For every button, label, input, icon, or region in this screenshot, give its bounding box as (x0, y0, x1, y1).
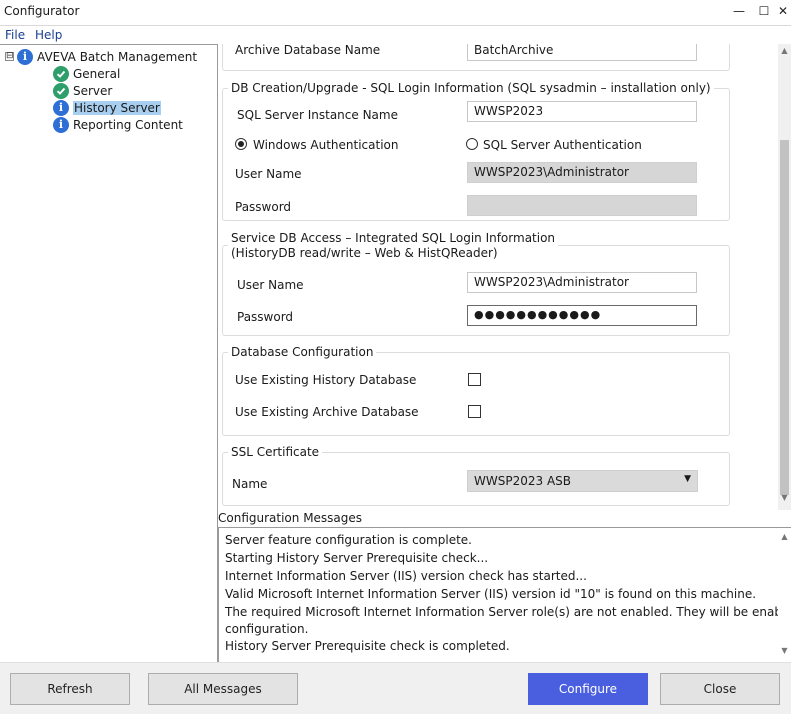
windows-auth-radio[interactable] (235, 138, 247, 150)
scroll-up-icon[interactable]: ▲ (779, 46, 790, 60)
tree-item-label: General (73, 66, 121, 81)
service-password-label: Password (237, 310, 294, 324)
messages-title: Configuration Messages (218, 511, 363, 525)
window-title: Configurator (4, 4, 80, 18)
db-user-input[interactable]: WWSP2023\Administrator (467, 162, 697, 183)
db-config-title: Database Configuration (228, 345, 377, 359)
ssl-certificate-value: WWSP2023 ASB (474, 474, 571, 488)
tree-item-general[interactable]: General (53, 65, 120, 82)
navigation-tree: ⊟ i AVEVA Batch Management General Serve… (0, 44, 218, 662)
use-archive-db-label: Use Existing Archive Database (235, 405, 419, 419)
archive-db-input[interactable]: BatchArchive (467, 44, 697, 61)
scroll-down-icon[interactable]: ▼ (779, 646, 790, 655)
message-line: Starting History Server Prerequisite che… (225, 551, 489, 565)
info-icon: i (17, 48, 33, 65)
message-line: Internet Information Server (IIS) versio… (225, 569, 587, 583)
tree-root-label: AVEVA Batch Management (37, 49, 198, 64)
service-db-title-line1: Service DB Access – Integrated SQL Login… (231, 231, 556, 245)
instance-input[interactable]: WWSP2023 (467, 101, 697, 122)
service-user-input[interactable]: WWSP2023\Administrator (467, 272, 697, 293)
messages-panel: Server feature configuration is complete… (218, 527, 791, 662)
message-line: History Server Prerequisite check is com… (225, 639, 510, 653)
check-icon (53, 82, 69, 99)
db-user-label: User Name (235, 167, 302, 181)
refresh-button[interactable]: Refresh (10, 673, 130, 705)
tree-item-label: Reporting Content (73, 117, 183, 132)
message-line: The required Microsoft Internet Informat… (225, 605, 791, 619)
title-bar: Configurator — ☐ ✕ (0, 0, 791, 25)
tree-item-label: Server (73, 83, 113, 98)
archive-db-label: Archive Database Name (235, 44, 381, 57)
tree-item-reporting-content[interactable]: i Reporting Content (53, 116, 183, 133)
scroll-down-icon[interactable]: ▼ (779, 493, 790, 507)
collapse-icon[interactable]: ⊟ (5, 52, 14, 61)
service-db-title-line2: (HistoryDB read/write – Web & HistQReade… (231, 246, 498, 260)
db-creation-group: DB Creation/Upgrade - SQL Login Informat… (222, 81, 730, 221)
use-archive-db-checkbox[interactable] (468, 405, 481, 418)
db-creation-title: DB Creation/Upgrade - SQL Login Informat… (228, 81, 714, 95)
use-history-db-checkbox[interactable] (468, 373, 481, 386)
ssl-group: SSL Certificate Name WWSP2023 ASB ▼ (222, 445, 730, 506)
configure-button[interactable]: Configure (528, 673, 648, 705)
ssl-name-label: Name (232, 477, 268, 491)
service-password-input[interactable]: ●●●●●●●●●●●● (467, 305, 697, 326)
minimize-button[interactable]: — (728, 2, 750, 22)
use-history-db-label: Use Existing History Database (235, 373, 417, 387)
instance-label: SQL Server Instance Name (237, 108, 398, 122)
db-password-input[interactable] (467, 195, 697, 216)
tree-item-history-server[interactable]: i History Server (53, 99, 161, 116)
info-icon: i (53, 116, 69, 133)
chevron-down-icon: ▼ (684, 474, 691, 484)
all-messages-button[interactable]: All Messages (148, 673, 298, 705)
scroll-thumb[interactable] (780, 140, 789, 495)
content-scrollbar[interactable]: ▲ ▼ (778, 44, 791, 510)
db-password-label: Password (235, 200, 292, 214)
tree-root[interactable]: ⊟ i AVEVA Batch Management (5, 48, 197, 65)
footer-bar: Refresh All Messages Configure Close (0, 662, 791, 714)
tree-item-label: History Server (73, 100, 161, 115)
messages-scrollbar[interactable]: ▲ ▼ (778, 528, 791, 662)
db-config-group: Database Configuration Use Existing Hist… (222, 345, 730, 436)
settings-panel: Archive Database Name BatchArchive DB Cr… (218, 44, 778, 510)
ssl-certificate-select[interactable]: WWSP2023 ASB ▼ (467, 470, 698, 492)
scroll-up-icon[interactable]: ▲ (779, 532, 790, 541)
tree-item-server[interactable]: Server (53, 82, 112, 99)
message-line: configuration. (225, 622, 309, 636)
ssl-title: SSL Certificate (228, 445, 323, 459)
info-icon: i (53, 99, 69, 116)
service-db-group: Service DB Access – Integrated SQL Login… (222, 231, 730, 336)
message-line: Server feature configuration is complete… (225, 533, 472, 547)
menu-bar: File Help (0, 25, 791, 45)
close-window-button[interactable]: ✕ (772, 2, 791, 22)
windows-auth-label[interactable]: Windows Authentication (253, 138, 398, 152)
check-icon (53, 65, 69, 82)
service-user-label: User Name (237, 278, 304, 292)
service-db-title: Service DB Access – Integrated SQL Login… (228, 231, 559, 261)
menu-help[interactable]: Help (35, 28, 62, 42)
close-button[interactable]: Close (660, 673, 780, 705)
menu-file[interactable]: File (5, 28, 25, 42)
message-line: Valid Microsoft Internet Information Ser… (225, 587, 757, 601)
sql-auth-radio[interactable] (466, 138, 478, 150)
archive-group: Archive Database Name BatchArchive (222, 44, 730, 71)
sql-auth-label[interactable]: SQL Server Authentication (483, 138, 642, 152)
